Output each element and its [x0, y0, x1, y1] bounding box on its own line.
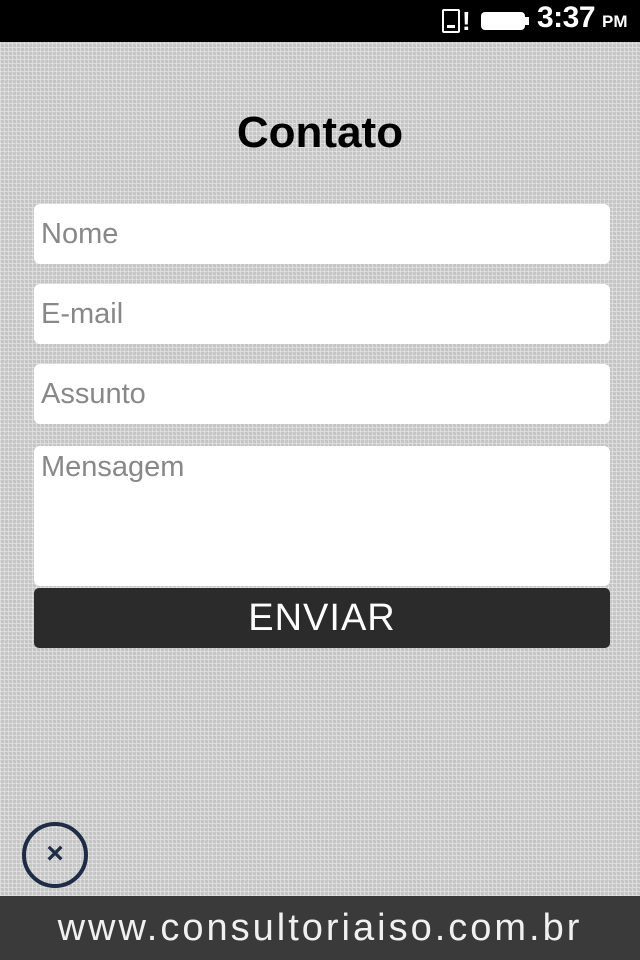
- footer-url: www.consultoriaiso.com.br: [57, 907, 583, 949]
- close-icon: ×: [46, 837, 64, 870]
- email-input[interactable]: [34, 284, 610, 344]
- close-button[interactable]: ×: [22, 822, 88, 888]
- send-button[interactable]: ENVIAR: [34, 588, 610, 648]
- status-ampm: PM: [602, 12, 628, 31]
- sim-card-icon: [442, 9, 460, 33]
- status-time: 3:37: [537, 1, 596, 34]
- battery-icon: [481, 12, 529, 30]
- alert-icon: !: [462, 6, 471, 36]
- name-input[interactable]: [34, 204, 610, 264]
- message-textarea[interactable]: [34, 446, 610, 586]
- page-title: Contato: [236, 108, 404, 157]
- footer-banner[interactable]: www.consultoriaiso.com.br: [0, 896, 640, 960]
- subject-input[interactable]: [34, 364, 610, 424]
- status-bar: ! 3:37 PM: [0, 0, 640, 42]
